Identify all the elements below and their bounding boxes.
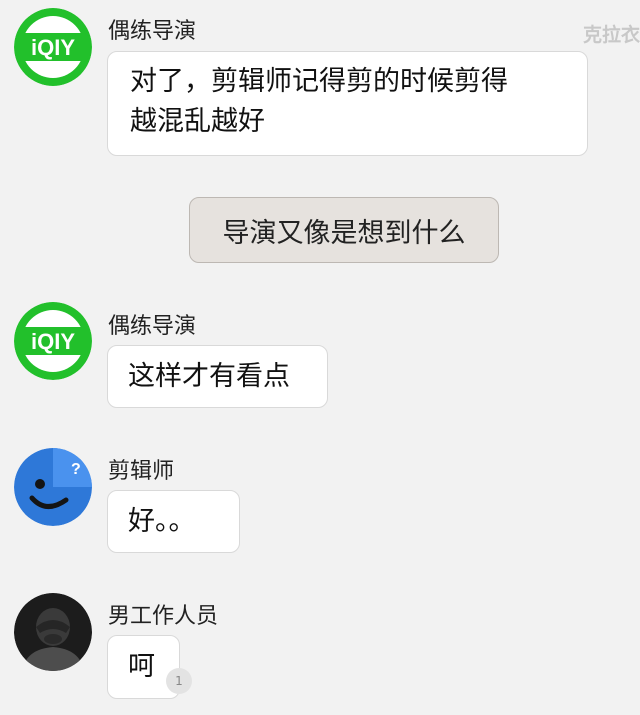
- unread-count-badge: 1: [166, 668, 192, 694]
- message-line: 越混乱越好: [130, 106, 265, 137]
- message-bubble[interactable]: 这样才有看点: [107, 345, 328, 408]
- message-text: 呵: [128, 651, 155, 682]
- sender-name: 剪辑师: [108, 459, 175, 484]
- avatar-male-staff[interactable]: [14, 593, 92, 671]
- sender-name: 男工作人员: [108, 604, 219, 629]
- watermark-text: 克拉衣: [582, 24, 640, 46]
- story-choice-button[interactable]: 导演又像是想到什么: [189, 197, 499, 263]
- avatar-director[interactable]: iQIY: [14, 302, 92, 380]
- message-bubble[interactable]: 好。。: [107, 490, 240, 553]
- svg-text:iQIY: iQIY: [31, 329, 75, 354]
- message-text: 好。。: [128, 505, 196, 537]
- svg-text:?: ?: [71, 461, 81, 478]
- blue-smiley-question-icon: ?: [14, 448, 92, 526]
- sender-name: 偶练导演: [108, 314, 197, 339]
- message-line: 对了，剪辑师记得剪的时候剪得: [130, 66, 508, 97]
- message-text: 这样才有看点: [128, 360, 290, 392]
- iqiyi-logo-icon: iQIY: [14, 8, 92, 86]
- person-photo-avatar: [14, 593, 92, 671]
- svg-text:iQIY: iQIY: [31, 35, 75, 60]
- sender-name: 偶练导演: [108, 19, 197, 44]
- message-bubble[interactable]: 对了，剪辑师记得剪的时候剪得 越混乱越好: [107, 51, 588, 156]
- avatar-editor[interactable]: ?: [14, 448, 92, 526]
- iqiyi-logo-icon: iQIY: [14, 302, 92, 380]
- avatar-director[interactable]: iQIY: [14, 8, 92, 86]
